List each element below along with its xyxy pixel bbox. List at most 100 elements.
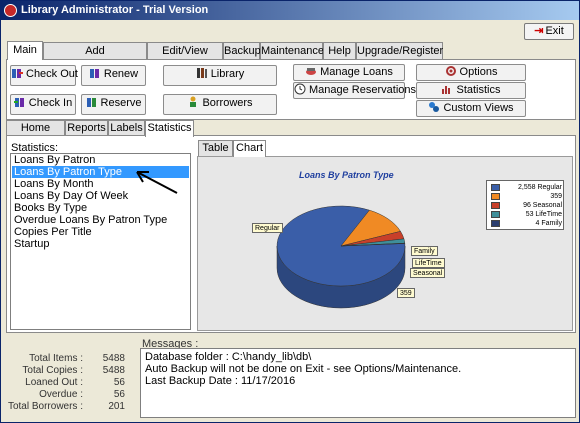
library-button[interactable]: Library: [163, 65, 277, 86]
exit-button[interactable]: ⇥ Exit: [524, 23, 574, 40]
callout-lifetime: LifeTime: [412, 258, 445, 268]
reserve-button[interactable]: Reserve: [81, 94, 146, 115]
custom-views-icon: [428, 101, 440, 113]
check-out-button[interactable]: Check Out: [10, 65, 78, 86]
legend-label: 359: [550, 193, 562, 200]
options-label: Options: [459, 66, 498, 78]
message-line: Database folder : C:\handy_lib\db\: [145, 351, 312, 363]
summary-label: Loaned Out :: [25, 377, 83, 388]
tab-table[interactable]: Table: [198, 140, 233, 156]
legend-item: 96 Seasonal: [491, 201, 563, 210]
summary-label: Overdue :: [39, 389, 83, 400]
check-in-icon: [13, 96, 26, 108]
tab-labels[interactable]: Labels: [108, 120, 145, 136]
manage-reservations-label: Manage Reservations: [309, 84, 417, 96]
borrowers-label: Borrowers: [202, 97, 253, 109]
legend-label: 4 Family: [535, 220, 562, 227]
app-logo-icon: [4, 4, 17, 17]
legend-swatch: [491, 202, 500, 209]
callout-seasonal: Seasonal: [410, 268, 446, 278]
legend-item: 359: [491, 192, 563, 201]
list-item[interactable]: Books By Type: [12, 202, 189, 214]
legend-item: 53 LifeTime: [491, 210, 563, 219]
summary-row: Loaned Out : 56: [6, 377, 139, 389]
summary-row: Total Borrowers : 201: [6, 401, 139, 413]
list-item[interactable]: Loans By Patron: [12, 154, 189, 166]
tab-home-page[interactable]: Home Page: [6, 120, 65, 148]
options-button[interactable]: Options: [416, 64, 526, 81]
renew-button[interactable]: Renew: [81, 65, 146, 86]
summary-row: Overdue : 56: [6, 389, 139, 401]
clock-icon: [294, 83, 306, 95]
messages-box[interactable]: Database folder : C:\handy_lib\db\ Auto …: [140, 348, 576, 418]
reserve-label: Reserve: [100, 97, 142, 109]
legend-swatch: [491, 193, 500, 200]
check-out-icon: [11, 67, 23, 79]
borrowers-button[interactable]: Borrowers: [163, 94, 277, 115]
tab-backup[interactable]: Backup: [223, 42, 261, 59]
tab-chart[interactable]: Chart: [233, 140, 266, 157]
exit-icon: ⇥: [534, 25, 544, 37]
legend-label: 2,558 Regular: [518, 184, 562, 191]
manage-loans-button[interactable]: Manage Loans: [293, 64, 405, 81]
pointer-arrow-icon: [136, 171, 178, 194]
summary-value: 5488: [102, 365, 125, 376]
legend-label: 53 LifeTime: [525, 211, 562, 218]
legend-swatch: [491, 220, 500, 227]
renew-icon: [89, 67, 101, 79]
summary-label: Total Borrowers :: [7, 401, 83, 412]
legend-item: 4 Family: [491, 219, 563, 228]
callout-regular: Regular: [252, 223, 283, 233]
list-item[interactable]: Copies Per Title: [12, 226, 189, 238]
tab-reports[interactable]: Reports: [65, 120, 108, 136]
message-line: Last Backup Date : 11/17/2016: [145, 375, 296, 387]
summary-value: 56: [113, 377, 125, 388]
summary-value: 56: [113, 389, 125, 400]
chart-title: Loans By Patron Type: [299, 170, 394, 180]
list-item[interactable]: Overdue Loans By Patron Type: [12, 214, 189, 226]
check-in-label: Check In: [28, 97, 73, 109]
list-item[interactable]: Startup: [12, 238, 189, 250]
custom-views-button[interactable]: Custom Views: [416, 100, 526, 117]
tab-edit-view-table[interactable]: Edit/View Table: [147, 42, 223, 73]
tab-add-items-borrowers[interactable]: Add Items/Borrowers: [43, 42, 147, 73]
check-in-button[interactable]: Check In: [10, 94, 76, 115]
window-title: Library Administrator - Trial Version: [21, 4, 209, 16]
exit-label: Exit: [545, 25, 564, 37]
legend-swatch: [491, 211, 500, 218]
summary-value: 201: [108, 401, 125, 412]
summary-value: 5488: [102, 353, 125, 364]
check-out-label: Check Out: [26, 68, 78, 80]
title-bar: Library Administrator - Trial Version: [1, 1, 579, 20]
tab-help[interactable]: Help: [323, 42, 356, 59]
summary-panel: Total Items : 5488 Total Copies : 5488 L…: [6, 348, 139, 418]
reserve-icon: [86, 96, 98, 108]
tab-upgrade-register[interactable]: Upgrade/Register: [356, 42, 443, 59]
statistics-button[interactable]: Statistics: [416, 82, 526, 99]
library-label: Library: [210, 68, 245, 80]
statistics-icon: [441, 83, 453, 95]
app-window: Library Administrator - Trial Version ⇥ E…: [0, 0, 580, 423]
borrowers-icon: [187, 96, 199, 108]
custom-views-label: Custom Views: [443, 102, 514, 114]
legend-swatch: [491, 184, 500, 191]
summary-row: Total Items : 5488: [6, 353, 139, 365]
tab-statistics[interactable]: Statistics: [145, 120, 194, 137]
summary-row: Total Copies : 5488: [6, 365, 139, 377]
tab-maintenance[interactable]: Maintenance: [260, 42, 324, 59]
manage-loans-label: Manage Loans: [320, 66, 393, 78]
summary-label: Total Copies :: [22, 365, 83, 376]
library-icon: [196, 67, 208, 79]
chart-legend: 2,558 Regular 359 96 Seasonal 53 LifeTim…: [486, 180, 564, 230]
tab-main[interactable]: Main: [7, 41, 43, 60]
manage-loans-icon: [305, 65, 317, 77]
pie-chart: [276, 205, 406, 309]
summary-label: Total Items :: [29, 353, 83, 364]
legend-label: 96 Seasonal: [523, 202, 562, 209]
callout-family: Family: [411, 246, 438, 256]
callout-359: 359: [397, 288, 415, 298]
statistics-label: Statistics: [456, 84, 501, 96]
message-line: Auto Backup will not be done on Exit - s…: [145, 363, 462, 375]
options-icon: [445, 65, 457, 77]
manage-reservations-button[interactable]: Manage Reservations: [293, 82, 416, 99]
